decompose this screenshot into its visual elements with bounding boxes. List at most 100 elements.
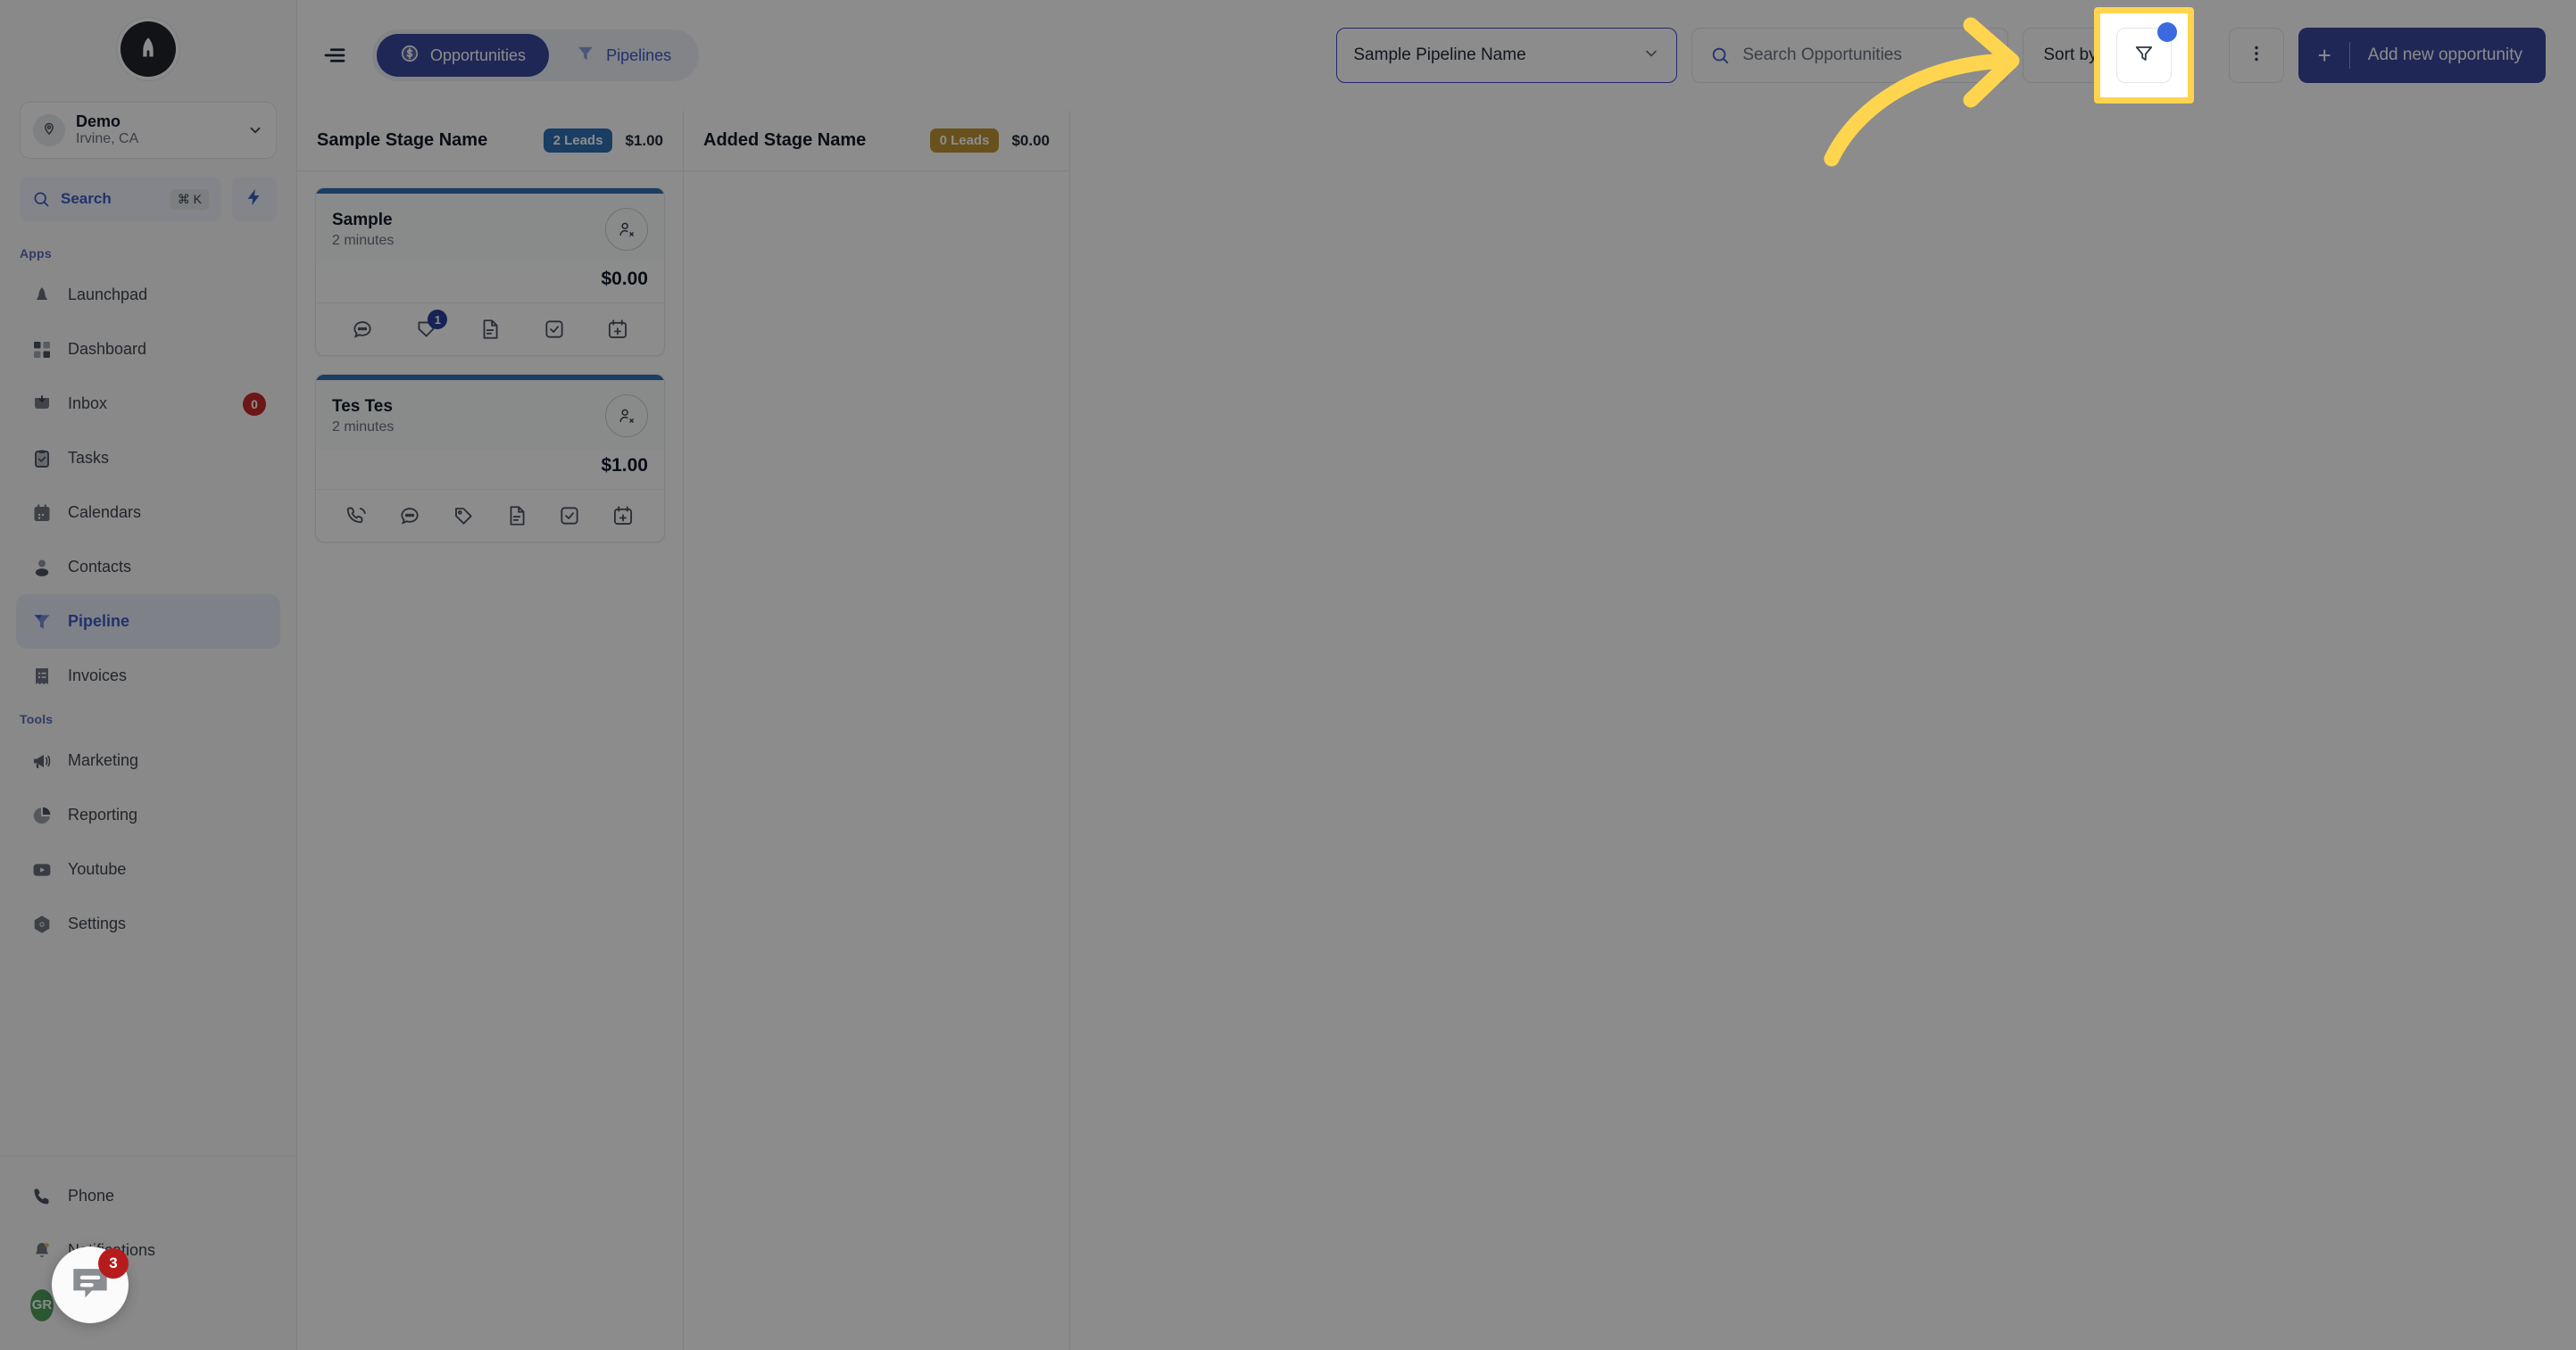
stage-lead-badge: 0 Leads xyxy=(929,128,1000,153)
settings-gear-icon xyxy=(30,913,54,936)
topbar-actions: Sample Pipeline Name Sort by xyxy=(1336,28,2546,83)
sidebar-item-calendars[interactable]: Calendars xyxy=(16,485,280,540)
search-opportunities-field[interactable] xyxy=(1691,28,2009,83)
sidebar-item-inbox[interactable]: Inbox 0 xyxy=(16,377,280,431)
launchpad-icon xyxy=(30,284,54,307)
topbar: Opportunities Pipelines Sample Pipeline … xyxy=(297,0,2576,111)
card-actions: 1 xyxy=(316,302,664,355)
task-check-icon[interactable] xyxy=(556,502,583,529)
sidebar-item-tasks[interactable]: Tasks xyxy=(16,431,280,485)
opportunity-title: Sample xyxy=(332,210,393,229)
sidebar-item-label: Settings xyxy=(68,915,127,932)
search-shortcut: ⌘ K xyxy=(170,188,209,210)
filter-button[interactable] xyxy=(2116,22,2177,83)
document-icon[interactable] xyxy=(503,502,530,529)
bell-icon xyxy=(30,1239,54,1263)
stage-column-added-stage-name: Added Stage Name 0 Leads $0.00 xyxy=(684,111,1070,1350)
calendar-add-icon[interactable] xyxy=(610,502,636,529)
chat-bubble-icon[interactable] xyxy=(349,316,376,343)
sidebar-item-label: Invoices xyxy=(68,667,128,684)
location-switcher[interactable]: Demo Irvine, CA xyxy=(20,102,277,159)
stage-column-sample-stage-name: Sample Stage Name 2 Leads $1.00 Sample 2… xyxy=(297,111,684,1350)
chevron-down-icon xyxy=(1642,45,1660,67)
opportunity-title: Tes Tes xyxy=(332,396,393,416)
location-sublabel: Irvine, CA xyxy=(76,131,139,147)
filter-funnel-icon xyxy=(2133,43,2155,69)
tab-pipelines[interactable]: Pipelines xyxy=(553,34,694,77)
chat-bubble-icon[interactable] xyxy=(396,502,423,529)
add-new-opportunity-label: Add new opportunity xyxy=(2367,46,2522,64)
youtube-icon xyxy=(30,858,54,882)
calendar-add-icon[interactable] xyxy=(604,316,631,343)
card-actions xyxy=(316,489,664,542)
pipeline-funnel-icon xyxy=(30,610,54,634)
collapse-sidebar-icon[interactable] xyxy=(306,27,363,84)
action-count-badge: 1 xyxy=(428,310,448,329)
phone-icon xyxy=(30,1185,54,1208)
chat-unread-badge: 3 xyxy=(98,1248,129,1279)
divider xyxy=(2348,42,2350,69)
document-icon[interactable] xyxy=(477,316,503,343)
sidebar-search-input[interactable]: Search ⌘ K xyxy=(20,177,221,221)
chat-widget-button[interactable]: 3 xyxy=(52,1246,129,1323)
card-identity: Tes Tes 2 minutes xyxy=(316,380,664,450)
sidebar-item-launchpad[interactable]: Launchpad xyxy=(16,268,280,322)
opportunity-card[interactable]: Sample 2 minutes $0.00 1 xyxy=(315,187,665,356)
sidebar-nav: Apps Launchpad Dashboard Inbox 0 Tasks C… xyxy=(0,221,296,1155)
stage-header: Added Stage Name 0 Leads $0.00 xyxy=(684,111,1069,171)
lightning-bolt-icon xyxy=(245,187,264,211)
tag-icon[interactable] xyxy=(450,502,477,529)
tab-opportunities[interactable]: Opportunities xyxy=(377,34,550,77)
phone-call-icon[interactable] xyxy=(344,502,370,529)
sidebar-item-label: Pipeline xyxy=(68,612,130,630)
sidebar-item-label: Phone xyxy=(68,1187,115,1205)
sidebar-item-dashboard[interactable]: Dashboard xyxy=(16,322,280,377)
sort-by-label: Sort by xyxy=(2043,46,2098,64)
search-input[interactable] xyxy=(1742,46,1990,65)
contacts-person-icon xyxy=(30,556,54,579)
pipeline-board: Sample Stage Name 2 Leads $1.00 Sample 2… xyxy=(297,111,2576,1350)
sidebar-item-contacts[interactable]: Contacts xyxy=(16,540,280,594)
stage-name: Sample Stage Name xyxy=(317,130,488,150)
add-new-opportunity-button[interactable]: + Add new opportunity xyxy=(2298,28,2546,83)
pipeline-select-value: Sample Pipeline Name xyxy=(1353,46,1526,64)
rocket-logo-icon[interactable] xyxy=(120,21,176,77)
opportunity-card[interactable]: Tes Tes 2 minutes $1.00 xyxy=(315,374,665,542)
nav-group-label-tools: Tools xyxy=(20,712,54,726)
sidebar-item-invoices[interactable]: Invoices xyxy=(16,649,280,703)
task-check-icon[interactable] xyxy=(541,316,568,343)
sidebar-item-reporting[interactable]: Reporting xyxy=(16,788,280,842)
search-icon xyxy=(32,190,50,208)
calendar-icon xyxy=(30,501,54,525)
card-identity: Sample 2 minutes xyxy=(316,194,664,263)
quick-actions-button[interactable] xyxy=(232,177,277,221)
sidebar-item-pipeline[interactable]: Pipeline xyxy=(16,594,280,649)
tab-label: Opportunities xyxy=(430,46,527,64)
chevron-down-icon xyxy=(247,122,263,138)
sidebar-item-label: Youtube xyxy=(68,860,127,878)
avatar: GR xyxy=(30,1288,54,1321)
pie-chart-icon xyxy=(30,804,54,827)
sidebar-item-label: Reporting xyxy=(68,806,138,824)
tag-shield-icon[interactable]: 1 xyxy=(412,310,448,343)
sidebar-item-phone[interactable]: Phone xyxy=(16,1169,280,1223)
stage-total: $1.00 xyxy=(625,131,663,149)
stage-body: Sample 2 minutes $0.00 1 Tes Tes 2 minut… xyxy=(297,171,683,1350)
person-remove-icon[interactable] xyxy=(605,394,648,437)
stage-name: Added Stage Name xyxy=(703,130,867,150)
sidebar-item-youtube[interactable]: Youtube xyxy=(16,842,280,897)
sidebar-item-label: Dashboard xyxy=(68,340,147,358)
dollar-circle-icon xyxy=(400,44,420,68)
plus-icon: + xyxy=(2317,42,2331,69)
pipeline-select[interactable]: Sample Pipeline Name xyxy=(1336,28,1678,83)
stage-body xyxy=(684,171,1069,1350)
more-vertical-icon xyxy=(2246,43,2267,69)
avatar-icon: GR xyxy=(30,1288,54,1321)
person-remove-icon[interactable] xyxy=(605,208,648,251)
sidebar-item-marketing[interactable]: Marketing xyxy=(16,733,280,788)
megaphone-icon xyxy=(30,750,54,773)
sidebar-item-settings[interactable]: Settings xyxy=(16,897,280,951)
sidebar-item-label: Calendars xyxy=(68,503,142,521)
more-options-button[interactable] xyxy=(2228,28,2284,83)
map-pin-icon xyxy=(33,114,65,146)
